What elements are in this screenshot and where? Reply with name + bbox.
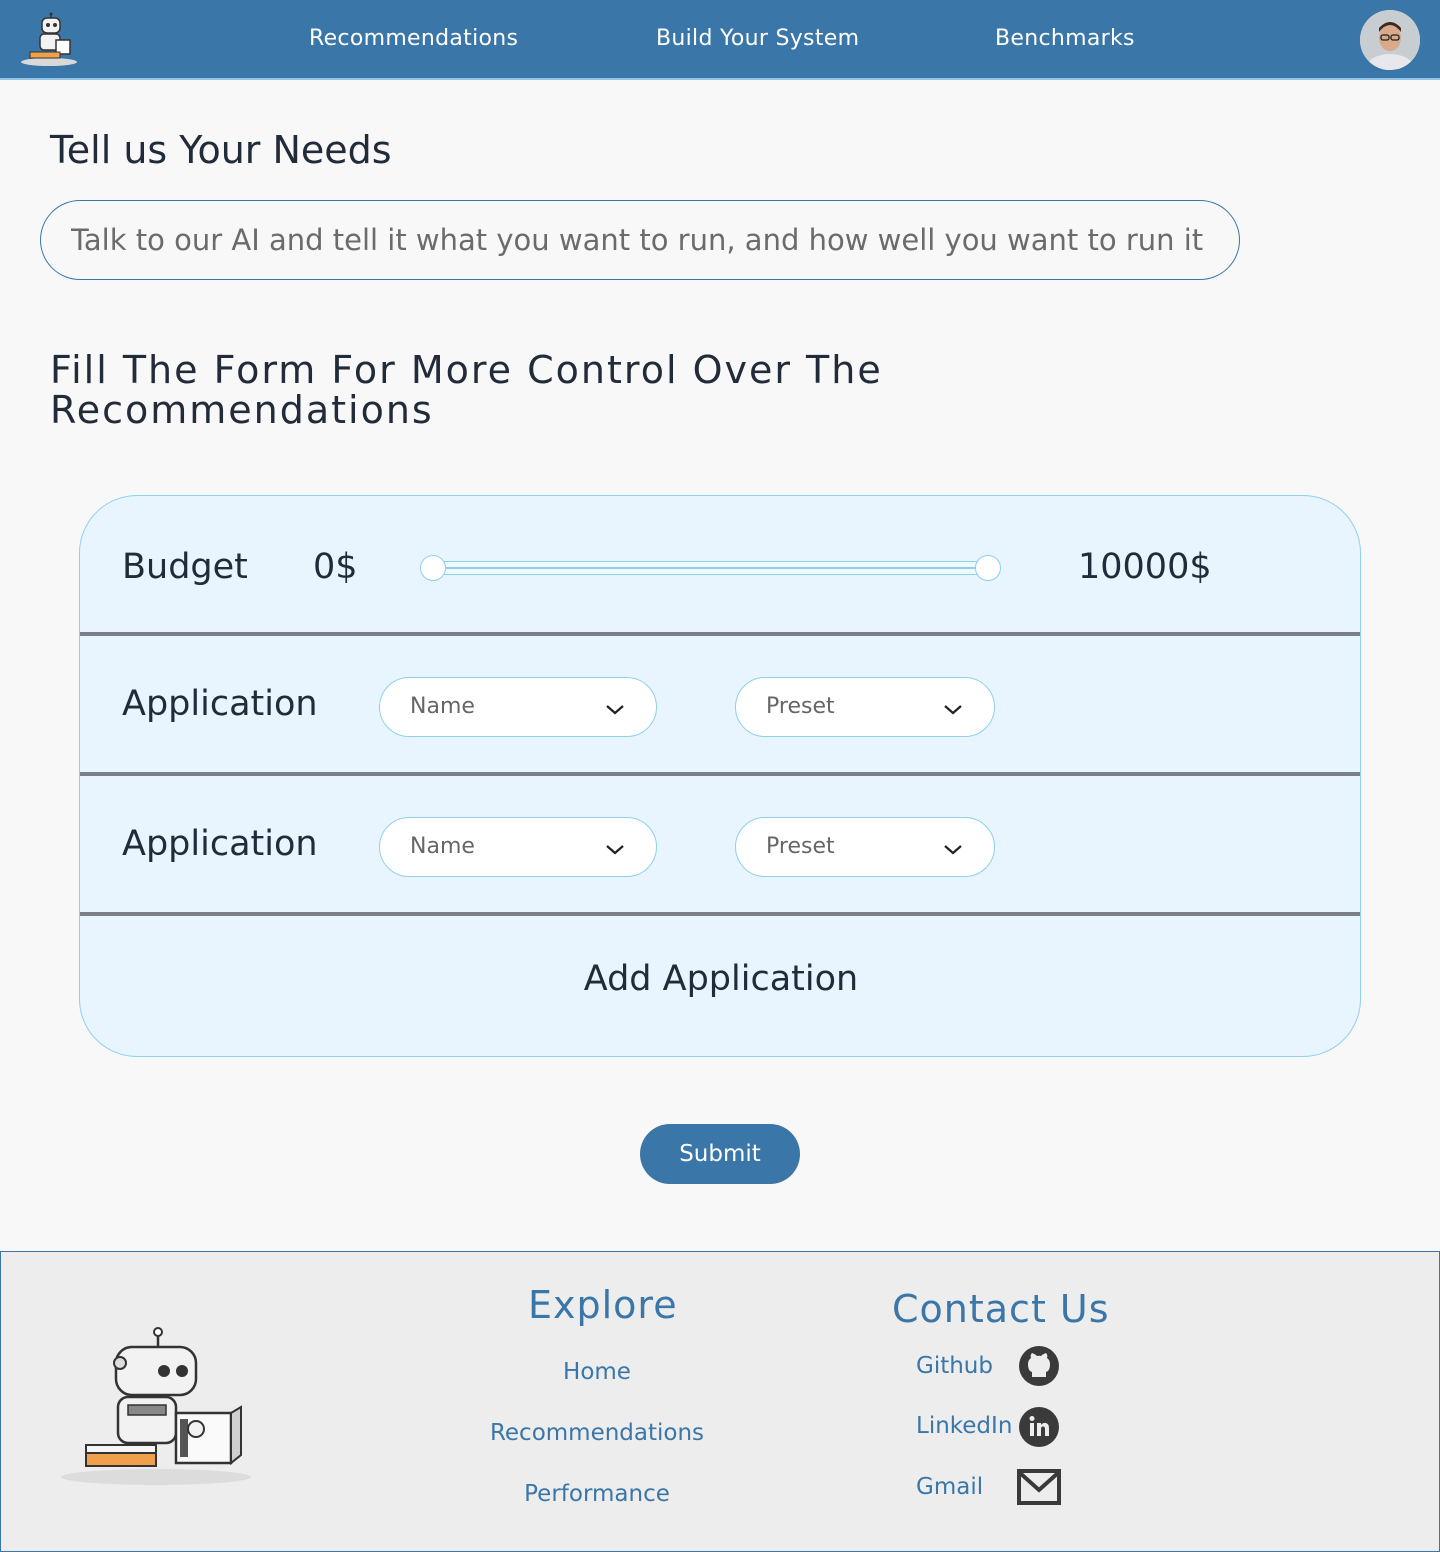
footer: Explore Home Recommendations Performance…	[0, 1251, 1440, 1552]
application-name-select[interactable]: Name	[379, 677, 657, 737]
budget-range-fill	[433, 567, 987, 569]
avatar-image	[1360, 10, 1420, 70]
select-placeholder: Name	[410, 694, 475, 719]
footer-link-performance[interactable]: Performance	[447, 1481, 747, 1507]
ai-chat-input[interactable]	[40, 200, 1240, 280]
robot-mascot-icon	[61, 1327, 251, 1485]
row-divider	[80, 912, 1360, 916]
chevron-down-icon	[944, 845, 962, 855]
contact-github-link[interactable]: Github	[916, 1353, 993, 1379]
chevron-down-icon	[606, 845, 624, 855]
add-application-button[interactable]: Add Application	[80, 959, 1360, 999]
top-nav-bar: Recommendations Build Your System Benchm…	[0, 0, 1440, 80]
footer-contact-title: Contact Us	[892, 1287, 1110, 1331]
application-label: Application	[122, 824, 318, 864]
contact-linkedin-link[interactable]: LinkedIn	[916, 1413, 1012, 1439]
application-preset-select[interactable]: Preset	[735, 817, 995, 877]
nav-build-your-system[interactable]: Build Your System	[656, 26, 859, 51]
application-row-1: Application Name Preset	[80, 636, 1360, 772]
budget-label: Budget	[122, 547, 248, 587]
nav-recommendations[interactable]: Recommendations	[309, 26, 518, 51]
chevron-down-icon	[944, 705, 962, 715]
user-avatar[interactable]	[1360, 10, 1420, 70]
github-icon[interactable]	[1018, 1345, 1060, 1387]
chevron-down-icon	[606, 705, 624, 715]
application-name-select[interactable]: Name	[379, 817, 657, 877]
footer-explore-title: Explore	[528, 1283, 678, 1327]
form-title: Fill The Form For More Control Over The …	[50, 348, 883, 432]
select-placeholder: Preset	[766, 834, 835, 859]
budget-min-label: 0$	[313, 547, 358, 587]
needs-title: Tell us Your Needs	[50, 128, 392, 172]
budget-row: Budget 0$ 10000$	[80, 496, 1360, 632]
mail-icon[interactable]	[1016, 1466, 1062, 1508]
budget-min-handle[interactable]	[420, 555, 446, 581]
budget-max-label: 10000$	[1078, 547, 1212, 587]
budget-range-slider[interactable]	[432, 561, 988, 575]
select-placeholder: Preset	[766, 694, 835, 719]
robot-logo-icon[interactable]	[18, 12, 80, 68]
contact-gmail-link[interactable]: Gmail	[916, 1474, 983, 1500]
application-preset-select[interactable]: Preset	[735, 677, 995, 737]
linkedin-icon[interactable]	[1018, 1406, 1060, 1448]
footer-link-recommendations[interactable]: Recommendations	[447, 1420, 747, 1446]
select-placeholder: Name	[410, 834, 475, 859]
preferences-form-card: Budget 0$ 10000$ Application Name Preset…	[79, 495, 1361, 1057]
footer-link-home[interactable]: Home	[447, 1359, 747, 1385]
application-row-2: Application Name Preset	[80, 776, 1360, 912]
submit-button[interactable]: Submit	[640, 1124, 800, 1184]
nav-benchmarks[interactable]: Benchmarks	[995, 26, 1135, 51]
application-label: Application	[122, 684, 318, 724]
budget-max-handle[interactable]	[975, 555, 1001, 581]
